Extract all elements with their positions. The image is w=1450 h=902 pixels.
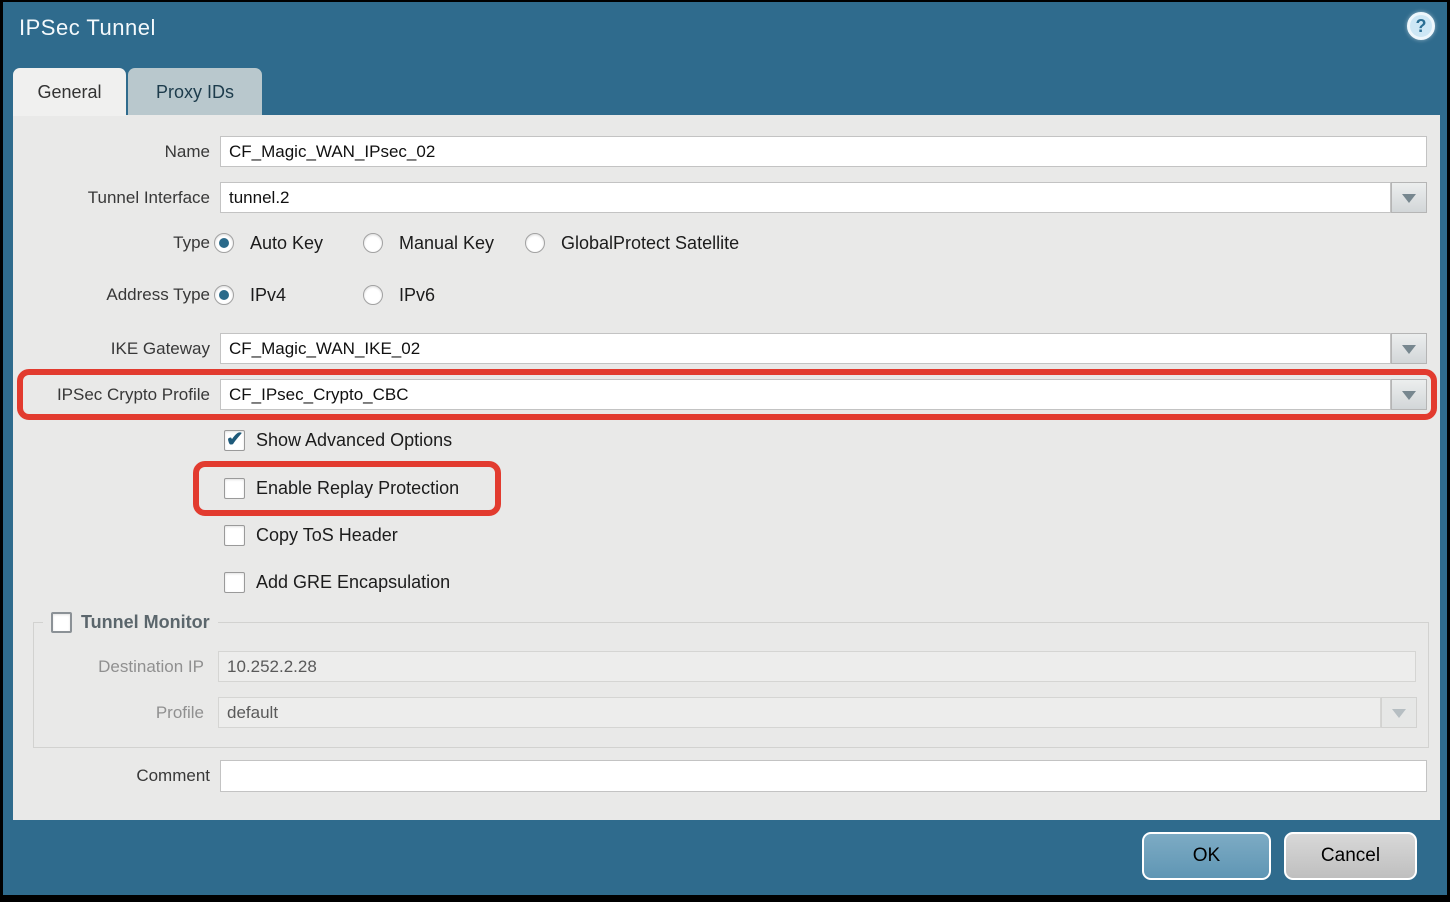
ike-gateway-input[interactable] xyxy=(220,333,1391,364)
destination-ip-label: Destination IP xyxy=(13,651,204,682)
type-option-auto-key[interactable]: Auto Key xyxy=(214,231,323,255)
name-label: Name xyxy=(13,136,210,167)
ipsec-crypto-profile-input[interactable] xyxy=(220,379,1391,410)
address-type-option-ipv6[interactable]: IPv6 xyxy=(363,283,435,307)
radio-ipv6[interactable] xyxy=(363,285,383,305)
cancel-button[interactable]: Cancel xyxy=(1284,832,1417,880)
tunnel-interface-label: Tunnel Interface xyxy=(13,182,210,213)
tunnel-monitor-legend[interactable]: Tunnel Monitor xyxy=(43,609,218,635)
dialog-title: IPSec Tunnel xyxy=(19,15,156,41)
tunnel-monitor-fieldset xyxy=(33,622,1429,748)
checkbox-row-enable-replay-protection[interactable]: Enable Replay Protection xyxy=(224,475,459,501)
profile-label: Profile xyxy=(13,697,204,728)
type-option-globalprotect-satellite[interactable]: GlobalProtect Satellite xyxy=(525,231,739,255)
ipsec-crypto-profile-label: IPSec Crypto Profile xyxy=(13,379,210,410)
radio-globalprotect-satellite[interactable] xyxy=(525,233,545,253)
radio-auto-key[interactable] xyxy=(214,233,234,253)
ike-gateway-label: IKE Gateway xyxy=(13,333,210,364)
checkbox-row-show-advanced-options[interactable]: Show Advanced Options xyxy=(224,427,452,453)
profile-input xyxy=(218,697,1381,728)
radio-manual-key[interactable] xyxy=(363,233,383,253)
tunnel-interface-dropdown-button[interactable] xyxy=(1391,182,1427,213)
comment-label: Comment xyxy=(13,760,210,791)
address-type-label: Address Type xyxy=(13,283,210,307)
tunnel-interface-input[interactable] xyxy=(220,182,1391,213)
checkbox-show-advanced-options[interactable] xyxy=(224,430,245,451)
type-option-manual-key[interactable]: Manual Key xyxy=(363,231,494,255)
checkbox-row-add-gre-encapsulation[interactable]: Add GRE Encapsulation xyxy=(224,569,450,595)
checkbox-copy-tos-header[interactable] xyxy=(224,525,245,546)
ipsec-crypto-profile-dropdown-button[interactable] xyxy=(1391,379,1427,410)
checkbox-row-copy-tos-header[interactable]: Copy ToS Header xyxy=(224,522,398,548)
radio-ipv4[interactable] xyxy=(214,285,234,305)
checkbox-enable-replay-protection[interactable] xyxy=(224,478,245,499)
comment-input[interactable] xyxy=(220,760,1427,792)
general-tab-panel: Name Tunnel Interface Type Auto Key Manu… xyxy=(13,115,1440,820)
destination-ip-input xyxy=(218,651,1416,682)
checkbox-tunnel-monitor[interactable] xyxy=(51,612,72,633)
checkbox-add-gre-encapsulation[interactable] xyxy=(224,572,245,593)
help-icon[interactable]: ? xyxy=(1407,12,1435,40)
ipsec-tunnel-dialog: IPSec Tunnel ? General Proxy IDs Name Tu… xyxy=(3,2,1447,895)
type-label: Type xyxy=(13,231,210,255)
address-type-option-ipv4[interactable]: IPv4 xyxy=(214,283,286,307)
ok-button[interactable]: OK xyxy=(1142,832,1271,880)
ike-gateway-dropdown-button[interactable] xyxy=(1391,333,1427,364)
name-input[interactable] xyxy=(220,136,1427,167)
tab-general[interactable]: General xyxy=(13,68,126,116)
profile-dropdown-button xyxy=(1381,697,1417,728)
tab-proxy-ids[interactable]: Proxy IDs xyxy=(128,68,262,116)
